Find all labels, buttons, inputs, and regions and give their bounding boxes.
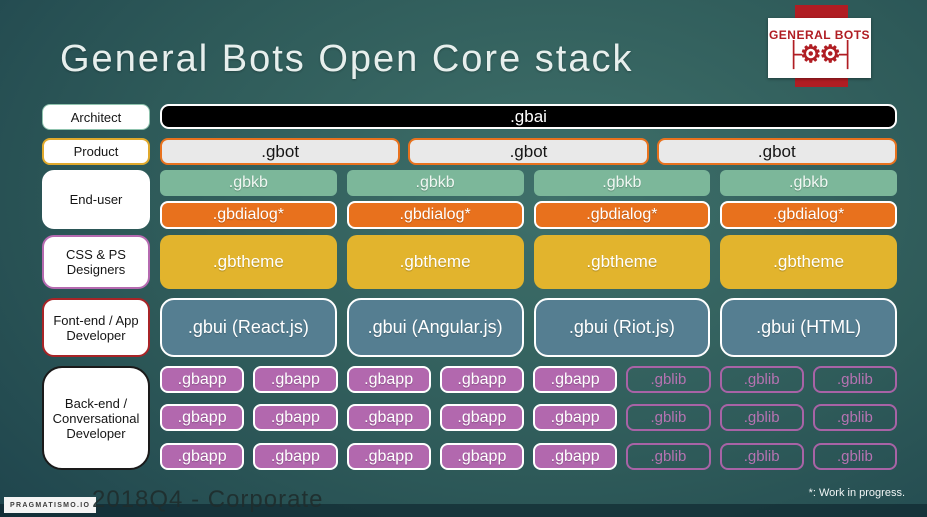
row-gbtheme: .gbtheme .gbtheme .gbtheme .gbtheme [160,235,897,289]
stack-box-gbdialog: .gbdialog* [533,201,711,229]
row-apps-3: .gbapp .gbapp .gbapp .gbapp .gbapp .gbli… [160,443,897,470]
stack-box-gblib: .gblib [719,443,804,470]
stack-box-gbapp: .gbapp [160,443,245,470]
stack-box-gbkb: .gbkb [346,170,524,196]
role-label-backend-developer: Back-end / Conversational Developer [42,366,150,470]
row-gbkb: .gbkb .gbkb .gbkb .gbkb [160,170,897,196]
stack-box-gbtheme: .gbtheme [720,235,897,289]
stack-box-gbapp: .gbapp [533,366,618,393]
stack-box-gbtheme: .gbtheme [346,235,524,289]
stack-box-gbtheme: .gbtheme [160,235,337,289]
stack-box-gbkb: .gbkb [533,170,711,196]
gears-icon: ├⚙⚙┤ [784,41,856,68]
role-label-designers: CSS & PS Designers [42,235,150,289]
stack-box-gbapp: .gbapp [439,366,524,393]
stack-box-gbapp: .gbapp [253,366,338,393]
work-in-progress-footnote: *: Work in progress. [808,487,905,499]
stack-box-gbui-angular: .gbui (Angular.js) [346,298,524,357]
stack-box-gblib: .gblib [626,443,711,470]
stack-box-gbot: .gbot [656,138,897,165]
stack-box-gbdialog: .gbdialog* [720,201,897,229]
stack-box-gblib: .gblib [626,366,711,393]
stack-box-gbkb: .gbkb [720,170,897,196]
stack-box-gbui-react: .gbui (React.js) [160,298,337,357]
stack-box-gbapp: .gbapp [346,443,431,470]
row-gbai: .gbai [160,104,897,129]
footer-caption: 2018Q4 - Corporate [92,486,324,513]
stack-box-gbapp: .gbapp [346,366,431,393]
stack-box-gbapp: .gbapp [160,404,245,431]
stack-box-gbapp: .gbapp [533,404,618,431]
stack-box-gbdialog: .gbdialog* [346,201,524,229]
role-label-product: Product [42,138,150,165]
stack-box-gbapp: .gbapp [160,366,245,393]
stack-box-gblib: .gblib [812,366,897,393]
slide-canvas: General Bots Open Core stack GENERAL BOT… [0,0,927,517]
stack-box-gbapp: .gbapp [439,443,524,470]
page-title: General Bots Open Core stack [60,38,634,80]
row-gbot: .gbot .gbot .gbot [160,138,897,165]
stack-box-gbdialog: .gbdialog* [160,201,337,229]
stack-box-gbot: .gbot [160,138,401,165]
stack-box-gbkb: .gbkb [160,170,337,196]
stack-box-gbapp: .gbapp [439,404,524,431]
stack-box-gblib: .gblib [812,404,897,431]
stack-box-gblib: .gblib [626,404,711,431]
stack-box-gbui-riot: .gbui (Riot.js) [533,298,711,357]
stack-box-gblib: .gblib [812,443,897,470]
role-label-architect: Architect [42,104,150,130]
stack-box-gbtheme: .gbtheme [533,235,711,289]
logo-wordmark: GENERAL BOTS [768,28,871,42]
row-apps-2: .gbapp .gbapp .gbapp .gbapp .gbapp .gbli… [160,404,897,431]
stack-box-gbot: .gbot [408,138,649,165]
row-apps-1: .gbapp .gbapp .gbapp .gbapp .gbapp .gbli… [160,366,897,393]
stack-box-gbapp: .gbapp [346,404,431,431]
stack-box-gbapp: .gbapp [253,443,338,470]
role-label-frontend-developer: Font-end / App Developer [42,298,150,357]
stack-box-gbai: .gbai [160,104,897,129]
stack-box-gblib: .gblib [719,404,804,431]
row-gbdialog: .gbdialog* .gbdialog* .gbdialog* .gbdial… [160,201,897,229]
stack-box-gbui-html: .gbui (HTML) [720,298,897,357]
stack-box-gblib: .gblib [719,366,804,393]
role-label-end-user: End-user [42,170,150,229]
stack-box-gbapp: .gbapp [533,443,618,470]
stack-box-gbapp: .gbapp [253,404,338,431]
pragmatismo-brand-badge: PRAGMATISMO.IO [4,497,97,513]
general-bots-logo: GENERAL BOTS ├⚙⚙┤ [768,18,871,78]
row-gbui: .gbui (React.js) .gbui (Angular.js) .gbu… [160,298,897,357]
